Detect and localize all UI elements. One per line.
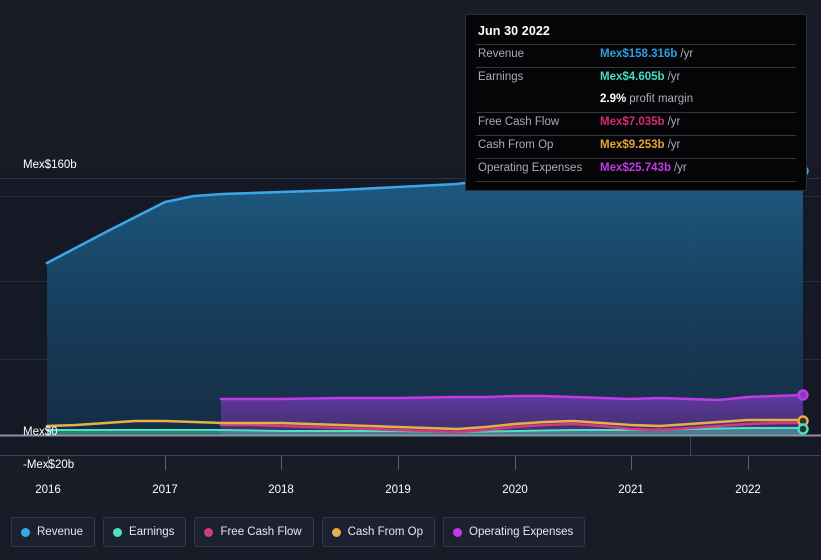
x-axis-label-2022: 2022 [735, 484, 761, 496]
legend-item-revenue[interactable]: Revenue [11, 517, 96, 547]
earnings-swatch-icon [113, 527, 123, 537]
y-axis-label-top: Mex$160b [23, 159, 77, 171]
revenue-swatch-icon [21, 527, 30, 537]
x-axis-label-2020: 2020 [502, 484, 528, 496]
legend-item-operating-expenses[interactable]: Operating Expenses [443, 517, 586, 547]
tooltip-label-cash-from-op: Cash From Op [478, 139, 554, 151]
tooltip-label-operating-expenses: Operating Expenses [478, 162, 583, 174]
tooltip-label-revenue: Revenue [478, 48, 525, 60]
free-cash-flow-swatch-icon [204, 527, 214, 537]
tooltip-row-free-cash-flow: Free Cash Flow Mex$7.035b /yr [476, 112, 796, 135]
tooltip-row-cash-from-op: Cash From Op Mex$9.253b /yr [476, 135, 796, 158]
tooltip-value-profit-margin: 2.9% [600, 93, 627, 105]
chart-tooltip: Jun 30 2022 Revenue Mex$158.316b /yr Ear… [465, 14, 807, 191]
x-axis-label-2021: 2021 [618, 484, 644, 496]
tooltip-value-cash-from-op: Mex$9.253b [600, 139, 665, 151]
legend-item-free-cash-flow[interactable]: Free Cash Flow [194, 517, 314, 547]
operating-expenses-endpoint-marker [797, 389, 809, 401]
legend-label-free-cash-flow: Free Cash Flow [220, 526, 302, 538]
operating-expenses-swatch-icon [453, 527, 463, 537]
tooltip-value-operating-expenses: Mex$25.743b [600, 162, 671, 174]
chart-page: Mex$160b Mex$0 -Mex$20b 2016 2017 2018 2… [0, 0, 821, 560]
tooltip-unit-earnings: /yr [667, 71, 681, 83]
tooltip-unit-revenue: /yr [680, 48, 694, 60]
x-axis-ticks [48, 456, 749, 470]
tooltip-unit-cash-from-op: /yr [667, 139, 681, 151]
legend-label-operating-expenses: Operating Expenses [469, 526, 574, 538]
tooltip-row-profit-margin: 2.9% profit margin [476, 90, 796, 112]
tooltip-date: Jun 30 2022 [478, 24, 550, 38]
legend-item-cash-from-op[interactable]: Cash From Op [321, 517, 436, 547]
x-axis-label-2018: 2018 [268, 484, 294, 496]
tooltip-unit-profit-margin: profit margin [629, 93, 694, 105]
x-axis-label-2016: 2016 [35, 484, 61, 496]
legend-label-earnings: Earnings [129, 526, 175, 538]
legend-item-earnings[interactable]: Earnings [103, 517, 187, 547]
tooltip-label-earnings: Earnings [478, 71, 524, 83]
y-axis-label-zero: Mex$0 [23, 426, 58, 438]
revenue-area [47, 171, 803, 435]
cash-from-op-swatch-icon [331, 527, 341, 537]
tooltip-value-revenue: Mex$158.316b [600, 48, 678, 60]
tooltip-unit-operating-expenses: /yr [673, 162, 687, 174]
tooltip-value-earnings: Mex$4.605b [600, 71, 665, 83]
legend-label-cash-from-op: Cash From Op [347, 526, 424, 538]
tooltip-unit-free-cash-flow: /yr [667, 116, 681, 128]
y-axis-label-bottom: -Mex$20b [23, 459, 75, 471]
tooltip-label-free-cash-flow: Free Cash Flow [478, 116, 560, 128]
chart-legend: Revenue Earnings Free Cash Flow Cash Fro… [11, 517, 586, 547]
x-axis-label-2017: 2017 [152, 484, 178, 496]
earnings-endpoint-marker [797, 423, 809, 435]
tooltip-value-free-cash-flow: Mex$7.035b [600, 116, 665, 128]
legend-label-revenue: Revenue [37, 526, 84, 538]
x-axis-label-2019: 2019 [385, 484, 411, 496]
tooltip-row-revenue: Revenue Mex$158.316b /yr [476, 44, 796, 67]
tooltip-row-operating-expenses: Operating Expenses Mex$25.743b /yr [476, 158, 796, 181]
tooltip-bottom-divider [476, 181, 796, 184]
tooltip-row-earnings: Earnings Mex$4.605b /yr [476, 67, 796, 90]
